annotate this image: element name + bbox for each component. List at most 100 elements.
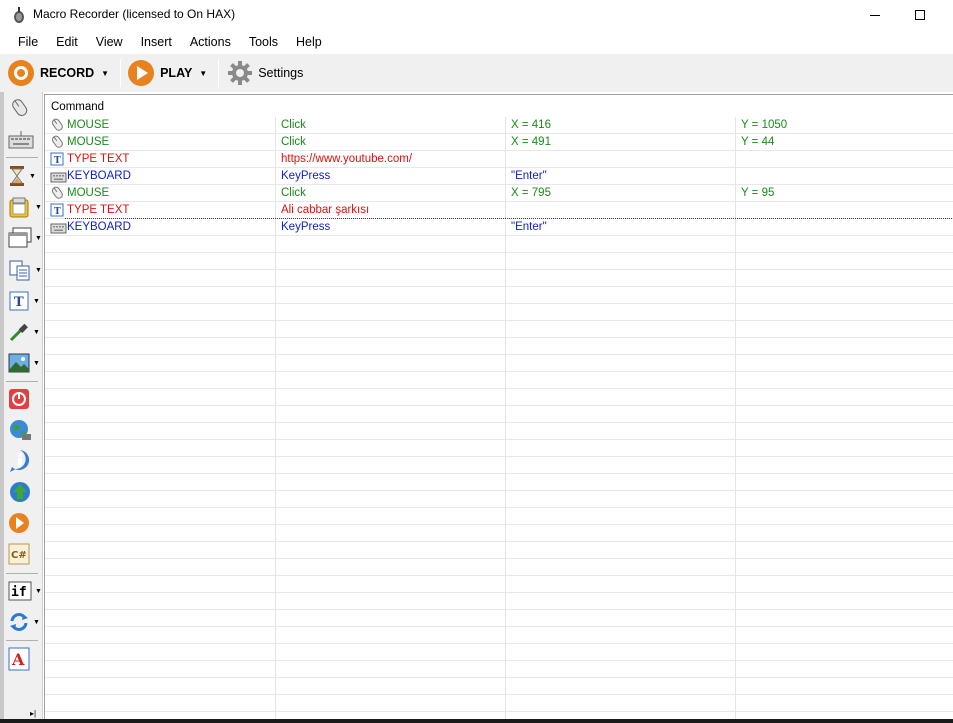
mouse-icon <box>50 135 65 149</box>
font-icon: A <box>8 647 30 671</box>
record-button[interactable]: RECORD ▼ <box>0 56 117 90</box>
keyboard-icon <box>50 220 67 234</box>
toolbar-separator <box>218 59 220 87</box>
toolbar: RECORD ▼ PLAY ▼ Settings <box>0 54 953 92</box>
cell-command: KEYBOARD <box>67 170 131 182</box>
empty-row <box>45 372 953 389</box>
table-row[interactable]: T TYPE TEXT https://www.youtube.com/ <box>45 151 953 168</box>
cell-action: KeyPress <box>281 221 331 233</box>
cell-param2: Y = 95 <box>741 187 775 199</box>
sidebar-mouse-button[interactable] <box>4 94 42 122</box>
sidebar-separator <box>6 381 38 382</box>
maximize-button[interactable] <box>897 0 943 30</box>
svg-text:C#: C# <box>11 550 27 561</box>
toolbar-separator <box>120 59 122 87</box>
menu-help[interactable]: Help <box>287 32 331 52</box>
cell-action: https://www.youtube.com/ <box>281 153 413 165</box>
empty-row <box>45 321 953 338</box>
menu-bar: File Edit View Insert Actions Tools Help <box>0 30 953 54</box>
cell-param2: Y = 1050 <box>741 119 788 131</box>
cell-command: MOUSE <box>67 187 110 199</box>
cell-command: MOUSE <box>67 136 110 148</box>
menu-file[interactable]: File <box>9 32 47 52</box>
sidebar-eyedropper-button[interactable]: ▼ <box>4 318 42 346</box>
svg-text:T: T <box>54 207 61 217</box>
empty-row <box>45 491 953 508</box>
empty-row <box>45 627 953 644</box>
sidebar-web-button[interactable] <box>4 416 42 444</box>
svg-text:T: T <box>54 156 61 166</box>
cell-param1: "Enter" <box>511 221 547 233</box>
loop-icon <box>10 613 28 631</box>
empty-row <box>45 678 953 695</box>
table-row[interactable]: MOUSE Click X = 491 Y = 44 <box>45 134 953 151</box>
empty-row <box>45 389 953 406</box>
sidebar-keyboard-button[interactable] <box>4 126 42 154</box>
sidebar-image-button[interactable]: ▼ <box>4 349 42 377</box>
menu-edit[interactable]: Edit <box>47 32 87 52</box>
sidebar-upload-button[interactable] <box>4 478 42 506</box>
minimize-icon <box>870 14 880 16</box>
play-button[interactable]: PLAY ▼ <box>124 56 215 90</box>
menu-tools[interactable]: Tools <box>240 32 287 52</box>
empty-row <box>45 593 953 610</box>
header-command[interactable]: Command <box>51 101 104 113</box>
empty-row <box>45 661 953 678</box>
empty-row <box>45 423 953 440</box>
cell-param1: X = 795 <box>511 187 551 199</box>
record-icon <box>8 60 34 86</box>
minimize-button[interactable] <box>852 0 898 30</box>
keyboard-icon <box>50 169 67 183</box>
cell-action: Click <box>281 119 306 131</box>
sidebar-run-macro-button[interactable] <box>4 509 42 537</box>
menu-view[interactable]: View <box>87 32 132 52</box>
sidebar-separator <box>6 573 38 574</box>
sidebar-copy-button[interactable]: ▼ <box>4 256 42 284</box>
sidebar-stop-button[interactable] <box>4 385 42 413</box>
globe-icon <box>10 420 31 440</box>
mouse-icon <box>50 186 65 200</box>
gear-icon <box>226 59 254 87</box>
grid-header: Command <box>45 95 953 117</box>
empty-row <box>45 610 953 627</box>
command-grid: Command MOUSE Click X = 416 Y = 1050 MOUSE Cl… <box>44 94 953 719</box>
empty-row <box>45 236 953 253</box>
empty-row <box>45 304 953 321</box>
sidebar-clipboard-button[interactable]: ▼ <box>4 193 42 221</box>
table-row[interactable]: KEYBOARD KeyPress "Enter" <box>45 219 953 236</box>
cell-param1: X = 416 <box>511 119 551 131</box>
cell-command: KEYBOARD <box>67 221 131 233</box>
sidebar-info-button[interactable] <box>4 447 42 475</box>
hourglass-icon <box>10 166 24 186</box>
play-dropdown-icon[interactable]: ▼ <box>199 69 207 78</box>
empty-row <box>45 542 953 559</box>
menu-insert[interactable]: Insert <box>132 32 181 52</box>
title-bar: Macro Recorder (licensed to On HAX) <box>0 0 953 30</box>
record-dropdown-icon[interactable]: ▼ <box>101 69 109 78</box>
menu-actions[interactable]: Actions <box>181 32 240 52</box>
sidebar-csharp-button[interactable]: C# <box>4 540 42 568</box>
table-row[interactable]: MOUSE Click X = 795 Y = 95 <box>45 185 953 202</box>
table-row[interactable]: T TYPE TEXT Ali cabbar şarkısı <box>45 202 953 219</box>
svg-text:A: A <box>11 650 25 669</box>
table-row[interactable]: KEYBOARD KeyPress "Enter" <box>45 168 953 185</box>
sidebar-font-button[interactable]: A <box>4 645 42 673</box>
settings-label: Settings <box>258 66 304 80</box>
cell-action: Click <box>281 136 306 148</box>
sidebar-loop-button[interactable]: ▼ <box>4 608 42 636</box>
text-icon: T <box>50 152 65 166</box>
table-row[interactable]: MOUSE Click X = 416 Y = 1050 <box>45 117 953 134</box>
sidebar-if-button[interactable]: if ▼ <box>4 577 42 605</box>
sidebar-separator <box>6 157 38 158</box>
sidebar-text-button[interactable]: T ▼ <box>4 287 42 315</box>
play-icon <box>128 60 155 86</box>
sidebar-window-button[interactable]: ▼ <box>4 224 42 252</box>
empty-row <box>45 253 953 270</box>
empty-row <box>45 287 953 304</box>
cell-command: TYPE TEXT <box>67 204 130 216</box>
sidebar-scroll-grip[interactable]: ▸| <box>30 709 36 718</box>
settings-button[interactable]: Settings <box>222 56 307 90</box>
sidebar-wait-button[interactable]: ▼ <box>4 162 42 190</box>
play-macro-icon <box>9 513 29 533</box>
mouse-icon <box>50 118 65 132</box>
